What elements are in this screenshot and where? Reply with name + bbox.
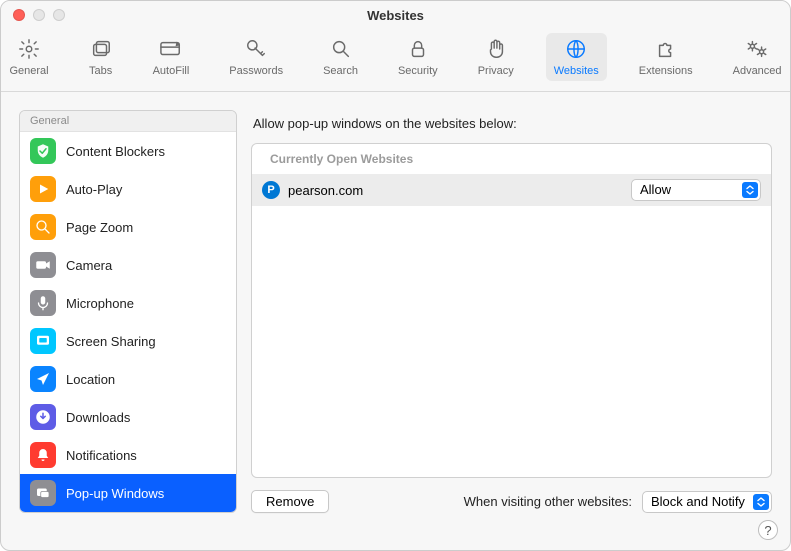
toolbar-label: AutoFill: [153, 65, 190, 77]
sidebar-item-label: Location: [66, 372, 115, 387]
site-policy-select-wrap: Allow: [631, 179, 761, 201]
preferences-window: Websites General Tabs AutoFill Passwords Sea…: [0, 0, 791, 551]
sidebar-item-camera[interactable]: Camera: [20, 246, 236, 284]
toolbar-label: Passwords: [229, 65, 283, 77]
site-domain: pearson.com: [288, 183, 363, 198]
zoom-icon: [30, 214, 56, 240]
titlebar: Websites: [1, 1, 790, 29]
sidebar-item-notifications[interactable]: Notifications: [20, 436, 236, 474]
toolbar-label: Websites: [554, 65, 599, 77]
toolbar-label: Privacy: [478, 65, 514, 77]
maximize-icon[interactable]: [53, 9, 65, 21]
toolbar-label: Search: [323, 65, 358, 77]
hand-icon: [484, 37, 508, 61]
toolbar-label: Security: [398, 65, 438, 77]
bell-icon: [30, 442, 56, 468]
sidebar-item-label: Camera: [66, 258, 112, 273]
websites-section-header: Currently Open Websites: [252, 144, 771, 174]
toolbar-websites[interactable]: Websites: [546, 33, 607, 81]
toolbar-security[interactable]: Security: [390, 33, 446, 81]
toolbar-label: Tabs: [89, 65, 112, 77]
websites-box: Currently Open Websites P pearson.com Al…: [251, 143, 772, 478]
toolbar-general[interactable]: General: [1, 33, 56, 81]
toolbar-passwords[interactable]: Passwords: [221, 33, 291, 81]
sidebar-item-screen-sharing[interactable]: Screen Sharing: [20, 322, 236, 360]
toolbar-extensions[interactable]: Extensions: [631, 33, 701, 81]
bottom-bar: Remove When visiting other websites: Blo…: [251, 478, 772, 513]
site-favicon-icon: P: [262, 181, 280, 199]
download-icon: [30, 404, 56, 430]
sidebar-item-label: Page Zoom: [66, 220, 133, 235]
autofill-icon: [159, 37, 183, 61]
sidebar: General Content Blockers Auto-Play Page Zo…: [19, 110, 237, 513]
toolbar-privacy[interactable]: Privacy: [470, 33, 522, 81]
toolbar-advanced[interactable]: Advanced: [725, 33, 790, 81]
gears-icon: [745, 37, 769, 61]
sidebar-item-pop-up-windows[interactable]: Pop-up Windows: [20, 474, 236, 512]
default-policy-label: When visiting other websites:: [464, 494, 632, 509]
help-button[interactable]: ?: [758, 520, 778, 540]
window-controls: [13, 9, 65, 21]
main-panel: Allow pop-up windows on the websites bel…: [251, 110, 772, 513]
toolbar-label: Extensions: [639, 65, 693, 77]
popup-icon: [30, 480, 56, 506]
lock-icon: [406, 37, 430, 61]
close-icon[interactable]: [13, 9, 25, 21]
website-row-left: P pearson.com: [262, 181, 363, 199]
sidebar-item-microphone[interactable]: Microphone: [20, 284, 236, 322]
puzzle-icon: [654, 37, 678, 61]
key-icon: [244, 37, 268, 61]
default-policy-select-wrap: Block and Notify: [642, 491, 772, 513]
minimize-icon[interactable]: [33, 9, 45, 21]
sidebar-item-label: Content Blockers: [66, 144, 165, 159]
site-policy-select[interactable]: Allow: [631, 179, 761, 201]
toolbar-label: General: [9, 65, 48, 77]
play-icon: [30, 176, 56, 202]
sidebar-item-page-zoom[interactable]: Page Zoom: [20, 208, 236, 246]
sidebar-list: Content Blockers Auto-Play Page Zoom Camera…: [20, 132, 236, 512]
sidebar-item-label: Microphone: [66, 296, 134, 311]
camera-icon: [30, 252, 56, 278]
sidebar-item-downloads[interactable]: Downloads: [20, 398, 236, 436]
sidebar-item-label: Downloads: [66, 410, 130, 425]
remove-button[interactable]: Remove: [251, 490, 329, 513]
toolbar-search[interactable]: Search: [315, 33, 366, 81]
toolbar-autofill[interactable]: AutoFill: [145, 33, 198, 81]
location-icon: [30, 366, 56, 392]
sidebar-item-label: Auto-Play: [66, 182, 122, 197]
website-row[interactable]: P pearson.com Allow: [252, 174, 771, 206]
sidebar-item-content-blockers[interactable]: Content Blockers: [20, 132, 236, 170]
toolbar-tabs[interactable]: Tabs: [81, 33, 121, 81]
sidebar-item-auto-play[interactable]: Auto-Play: [20, 170, 236, 208]
sidebar-item-location[interactable]: Location: [20, 360, 236, 398]
sidebar-item-label: Notifications: [66, 448, 137, 463]
default-policy: When visiting other websites: Block and …: [464, 491, 772, 513]
sidebar-item-label: Screen Sharing: [66, 334, 156, 349]
websites-rows: P pearson.com Allow: [252, 174, 771, 206]
content-area: General Content Blockers Auto-Play Page Zo…: [1, 92, 790, 531]
default-policy-select[interactable]: Block and Notify: [642, 491, 772, 513]
globe-icon: [564, 37, 588, 61]
search-icon: [329, 37, 353, 61]
sidebar-header: General: [20, 111, 236, 132]
content-blockers-icon: [30, 138, 56, 164]
main-heading: Allow pop-up windows on the websites bel…: [251, 110, 772, 143]
preferences-toolbar: General Tabs AutoFill Passwords Search Securi…: [1, 29, 790, 92]
gear-icon: [17, 37, 41, 61]
mic-icon: [30, 290, 56, 316]
sidebar-item-label: Pop-up Windows: [66, 486, 164, 501]
tabs-icon: [89, 37, 113, 61]
window-title: Websites: [367, 8, 424, 23]
toolbar-label: Advanced: [733, 65, 782, 77]
screen-icon: [30, 328, 56, 354]
